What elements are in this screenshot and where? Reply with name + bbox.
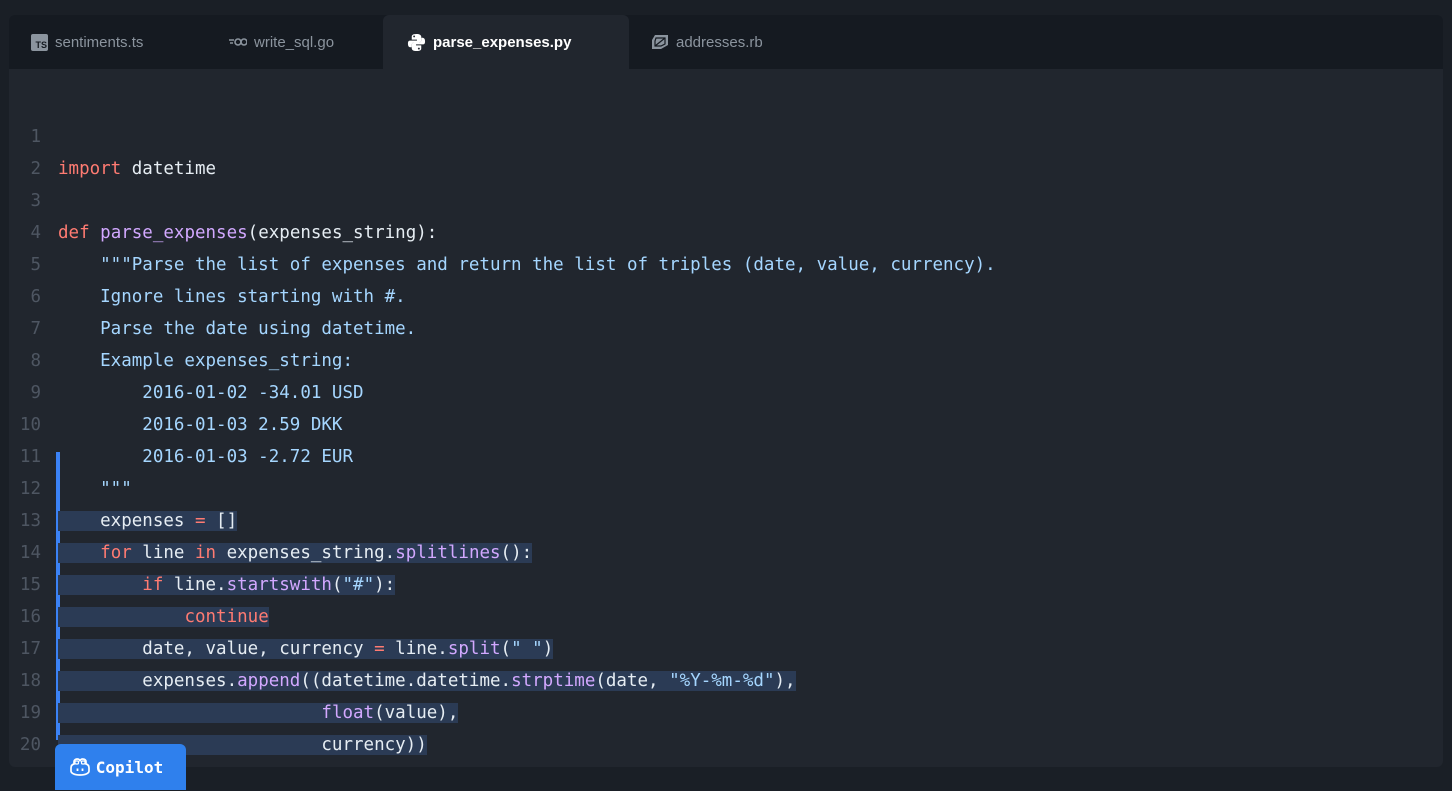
tab-label: sentiments.ts xyxy=(55,33,144,51)
code-editor-window: TS sentiments.ts write_sql.go parse_expe… xyxy=(9,15,1443,767)
code-line: 1 import datetime xyxy=(9,89,1443,179)
code-line: 18 float(value), xyxy=(9,633,1443,723)
code-line: 15 continue xyxy=(9,537,1443,627)
tab-label: write_sql.go xyxy=(254,33,335,51)
tab-label: parse_expenses.py xyxy=(433,33,572,51)
tab-addresses-rb[interactable]: addresses.rb xyxy=(651,15,763,69)
code-line: 19 currency)) xyxy=(9,665,1443,755)
code-line: 2 xyxy=(9,121,1443,179)
code-line: 11 """ xyxy=(9,409,1443,499)
code-line: 3 def parse_expenses(expenses_string): xyxy=(9,153,1443,243)
typescript-icon: TS xyxy=(31,33,48,51)
tab-label: addresses.rb xyxy=(676,33,763,51)
tab-sentiments-ts[interactable]: TS sentiments.ts xyxy=(31,15,143,69)
code-line: 7 Example expenses_string: xyxy=(9,281,1443,371)
python-icon xyxy=(407,33,426,52)
code-line: 17 expenses.append((datetime.datetime.st… xyxy=(9,601,1443,691)
code-line: 14 if line.startswith("#"): xyxy=(9,505,1443,595)
tab-bar: TS sentiments.ts write_sql.go parse_expe… xyxy=(9,15,1443,69)
ruby-icon xyxy=(651,34,669,50)
code-line: 12 expenses = [] xyxy=(9,441,1443,531)
code-line: 16 date, value, currency = line.split(" … xyxy=(9,569,1443,659)
tab-parse-expenses-py[interactable]: parse_expenses.py xyxy=(383,15,629,69)
tab-write-sql-go[interactable]: write_sql.go xyxy=(229,15,334,69)
copilot-button[interactable]: Copilot xyxy=(55,744,186,790)
code-line: 10 2016-01-03 -2.72 EUR xyxy=(9,377,1443,467)
code-line: 13 for line in expenses_string.splitline… xyxy=(9,473,1443,563)
code-line: 5 Ignore lines starting with #. xyxy=(9,217,1443,307)
copilot-icon xyxy=(69,758,90,776)
go-icon xyxy=(229,37,247,47)
code-line: 6 Parse the date using datetime. xyxy=(9,249,1443,339)
code-line: 4 """Parse the list of expenses and retu… xyxy=(9,185,1443,275)
code-line: 20 return expenses xyxy=(9,697,1443,755)
line-number: 20 xyxy=(19,735,41,755)
code-line: 9 2016-01-03 2.59 DKK xyxy=(9,345,1443,435)
copilot-label: Copilot xyxy=(95,757,164,777)
code-line: 8 2016-01-02 -34.01 USD xyxy=(9,313,1443,403)
